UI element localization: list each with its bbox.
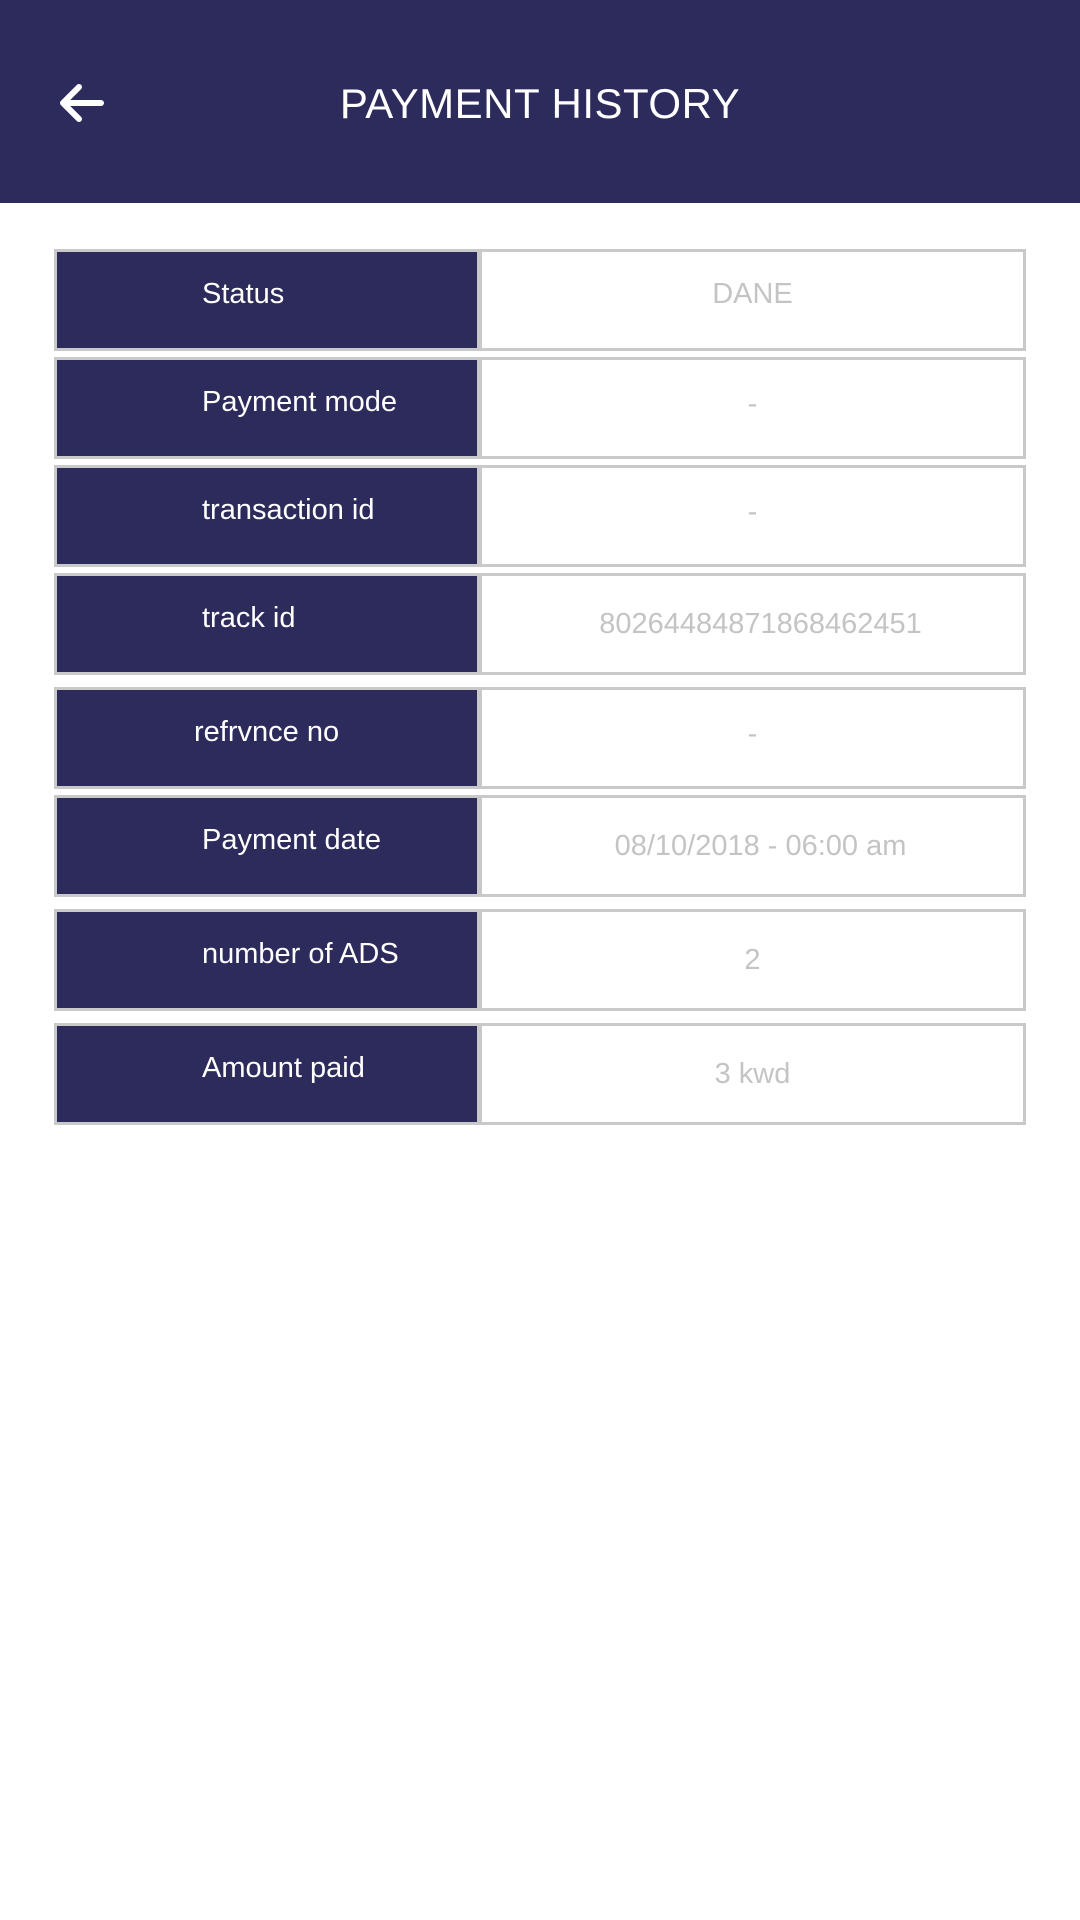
detail-label: number of ADS bbox=[202, 938, 399, 970]
detail-value-cell: 08/10/2018 - 06:00 am bbox=[482, 795, 1026, 897]
detail-label-cell: number of ADS bbox=[54, 909, 477, 1011]
detail-label: Payment mode bbox=[202, 386, 398, 418]
back-button[interactable] bbox=[50, 75, 112, 131]
arrow-left-icon bbox=[60, 84, 104, 122]
detail-value-cell: - bbox=[482, 687, 1026, 789]
detail-label-cell: track id bbox=[54, 573, 477, 675]
detail-row-amount-paid: Amount paid 3 kwd bbox=[54, 1023, 1026, 1125]
detail-label-cell: Status bbox=[54, 249, 477, 351]
detail-value: 80264484871868462451 bbox=[599, 608, 922, 640]
detail-value: 2 bbox=[744, 944, 761, 976]
detail-value: 3 kwd bbox=[714, 1058, 791, 1090]
detail-value: 08/10/2018 - 06:00 am bbox=[614, 830, 907, 862]
detail-label: Payment date bbox=[202, 824, 381, 856]
detail-value: - bbox=[747, 718, 758, 750]
detail-label-cell: refrvnce no bbox=[54, 687, 477, 789]
detail-row-number-of-ads: number of ADS 2 bbox=[54, 909, 1026, 1011]
detail-label: Amount paid bbox=[202, 1052, 365, 1084]
detail-label-cell: Payment date bbox=[54, 795, 477, 897]
detail-value-cell: 3 kwd bbox=[482, 1023, 1026, 1125]
detail-row-payment-mode: Payment mode - bbox=[54, 357, 1026, 459]
detail-row-payment-date: Payment date 08/10/2018 - 06:00 am bbox=[54, 795, 1026, 897]
detail-label-cell: Payment mode bbox=[54, 357, 477, 459]
detail-value-cell: 80264484871868462451 bbox=[482, 573, 1026, 675]
app-bar: PAYMENT HISTORY bbox=[0, 0, 1080, 203]
detail-label: refrvnce no bbox=[194, 716, 340, 748]
detail-label: track id bbox=[202, 602, 296, 634]
detail-value: - bbox=[747, 496, 758, 528]
page-title: PAYMENT HISTORY bbox=[339, 80, 741, 127]
detail-value: DANE bbox=[712, 278, 793, 310]
detail-label: transaction id bbox=[202, 494, 375, 526]
detail-label-cell: Amount paid bbox=[54, 1023, 477, 1125]
detail-value: - bbox=[747, 388, 758, 420]
detail-label-cell: transaction id bbox=[54, 465, 477, 567]
detail-value-cell: - bbox=[482, 357, 1026, 459]
detail-value-cell: - bbox=[482, 465, 1026, 567]
detail-row-reference-no: refrvnce no - bbox=[54, 687, 1026, 789]
detail-row-track-id: track id 80264484871868462451 bbox=[54, 573, 1026, 675]
detail-value-cell: 2 bbox=[482, 909, 1026, 1011]
detail-label: Status bbox=[202, 278, 285, 310]
detail-row-transaction-id: transaction id - bbox=[54, 465, 1026, 567]
detail-row-status: Status DANE bbox=[54, 249, 1026, 351]
detail-value-cell: DANE bbox=[482, 249, 1026, 351]
